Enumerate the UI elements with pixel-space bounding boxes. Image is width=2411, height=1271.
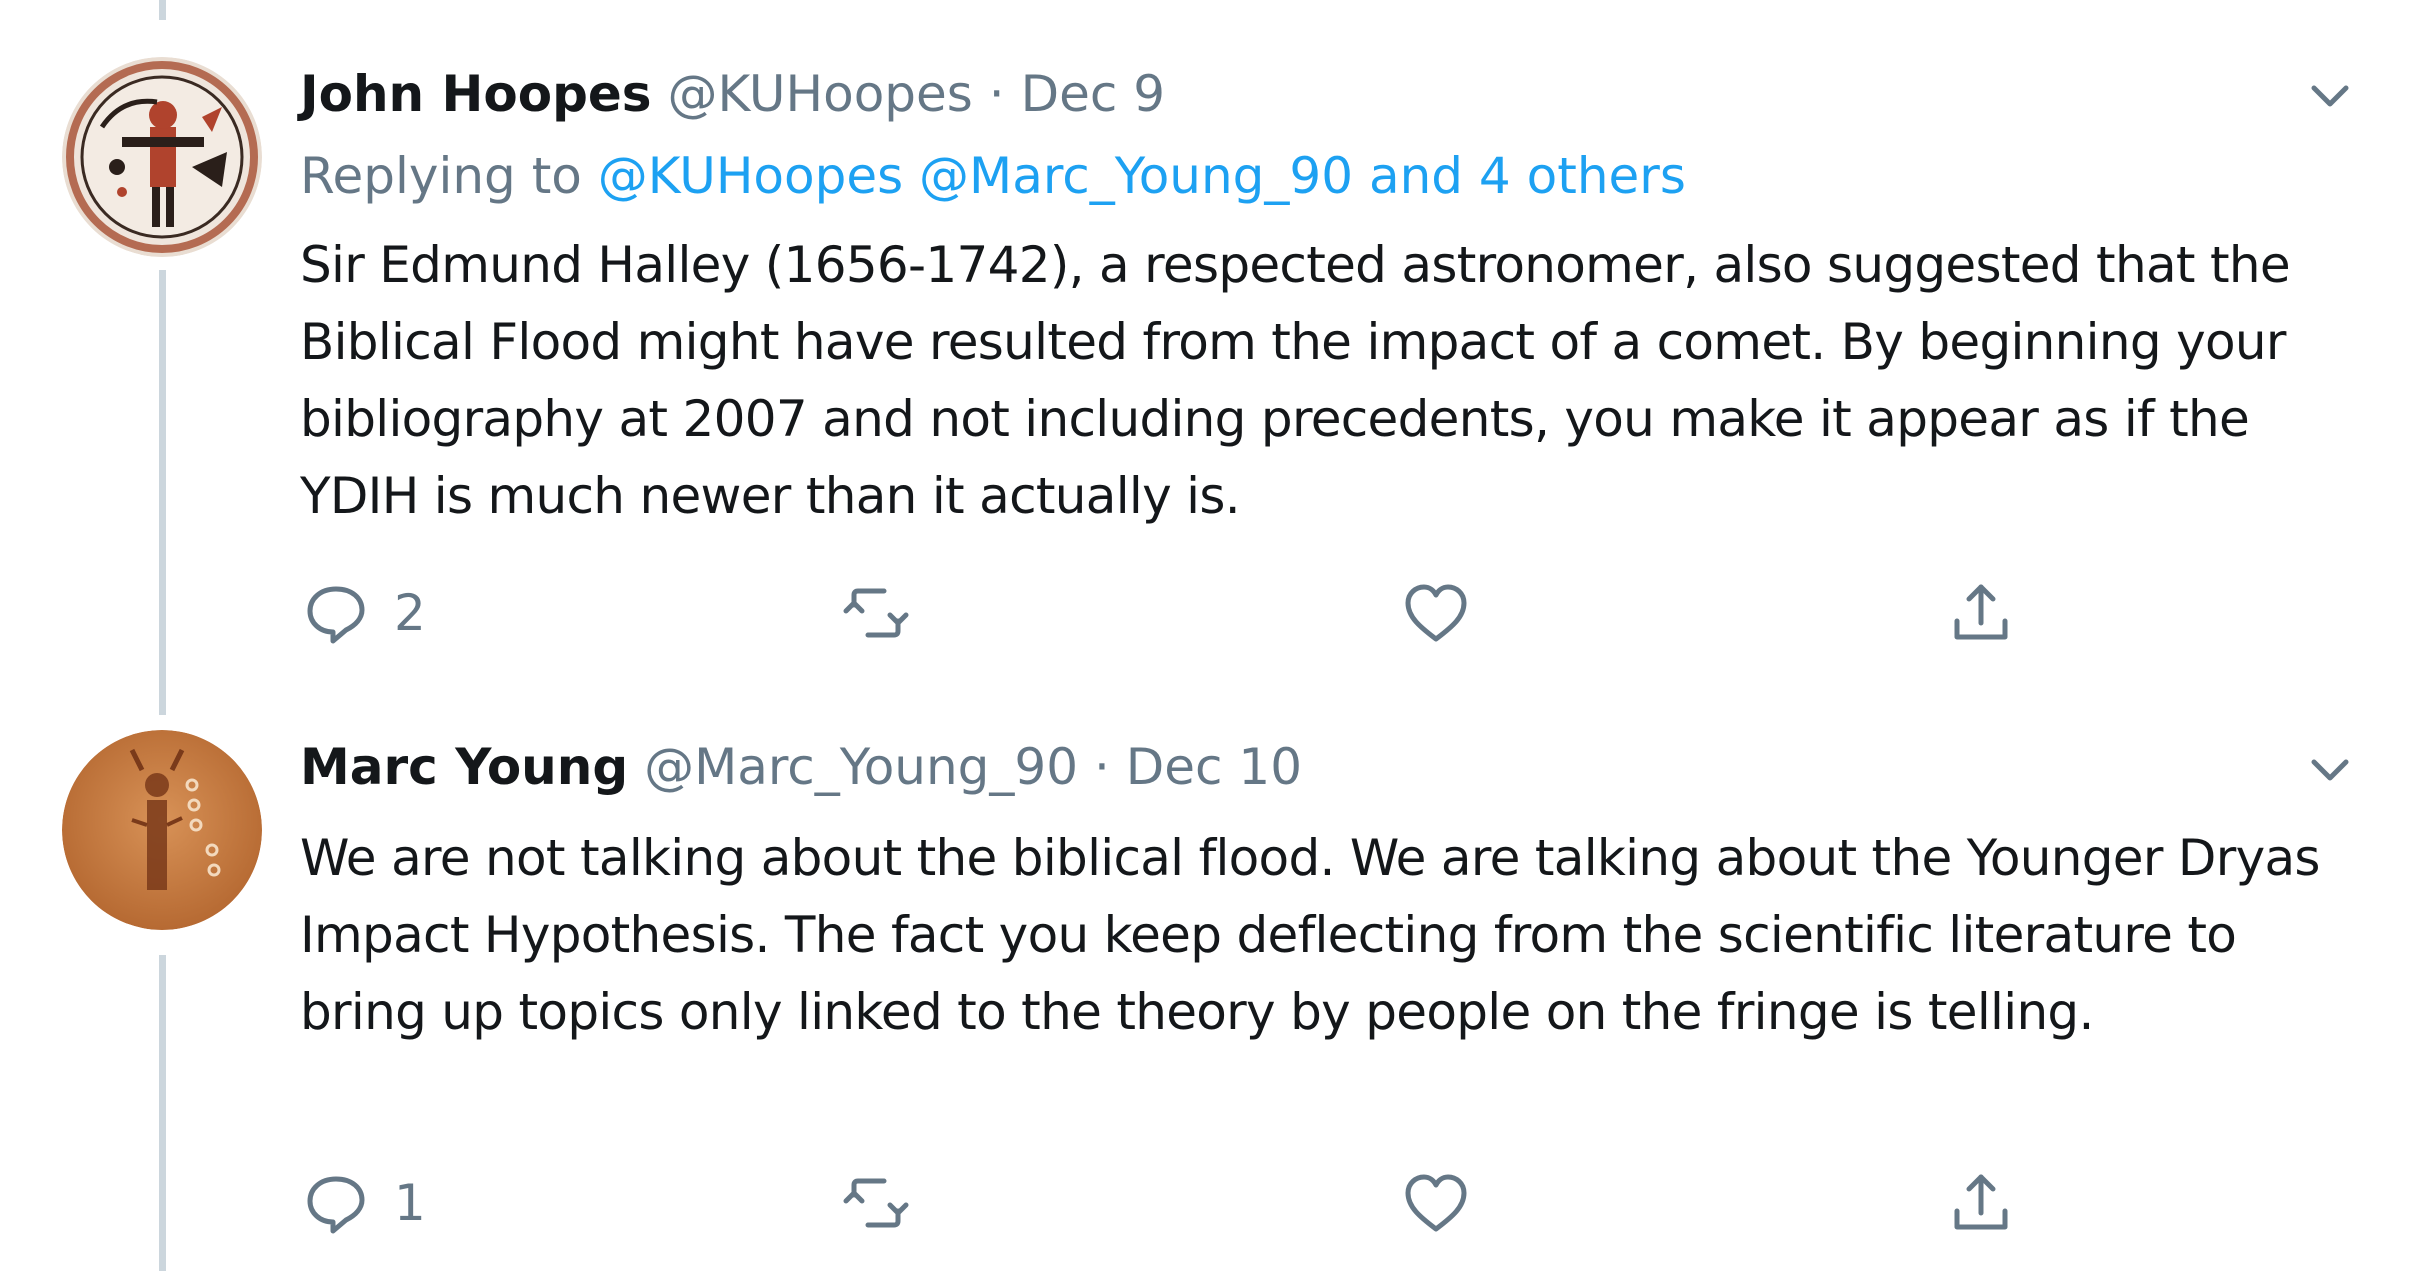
heart-icon <box>1405 584 1467 642</box>
retweet-button[interactable] <box>840 573 912 653</box>
share-icon <box>1954 584 2008 640</box>
retweet-icon <box>843 1178 909 1228</box>
tweet-header: Marc Young @Marc_Young_90 · Dec 10 <box>300 737 1302 797</box>
like-button[interactable] <box>1400 1163 1472 1243</box>
separator-dot: · <box>988 65 1005 123</box>
thread-line-top <box>159 0 166 20</box>
reply-icon <box>307 1176 365 1234</box>
avatar[interactable] <box>62 57 262 257</box>
replying-to-prefix: Replying to <box>300 147 582 205</box>
replying-to-conjunction: and <box>1368 147 1464 205</box>
more-options-button[interactable] <box>2300 740 2360 800</box>
more-options-button[interactable] <box>2300 66 2360 126</box>
reply-button[interactable]: 1 <box>300 1163 426 1243</box>
thread-line-middle <box>159 270 166 715</box>
reply-icon <box>307 586 365 644</box>
heart-icon <box>1405 1174 1467 1232</box>
retweet-icon <box>843 588 909 638</box>
tweet-text: We are not talking about the biblical fl… <box>300 829 2320 1041</box>
reply-button[interactable]: 2 <box>300 573 426 653</box>
replying-to-others-link[interactable]: 4 others <box>1479 147 1686 205</box>
reply-count: 1 <box>394 1174 426 1232</box>
tweet-text: Sir Edmund Halley (1656-1742), a respect… <box>300 236 2291 525</box>
author-name[interactable]: John Hoopes <box>300 65 652 123</box>
like-button[interactable] <box>1400 573 1472 653</box>
tweet-date[interactable]: Dec 10 <box>1126 738 1302 796</box>
replying-to: Replying to @KUHoopes @Marc_Young_90 and… <box>300 146 1686 206</box>
thread-line-bottom <box>159 955 166 1271</box>
replying-to-handles-link[interactable]: @KUHoopes @Marc_Young_90 <box>598 147 1353 205</box>
reply-count: 2 <box>394 584 426 642</box>
share-button[interactable] <box>1945 1163 2017 1243</box>
pottery-figure-avatar-icon <box>62 57 262 257</box>
author-name[interactable]: Marc Young <box>300 738 628 796</box>
petroglyph-avatar-icon <box>62 730 262 930</box>
chevron-down-icon <box>2311 85 2349 107</box>
separator-dot: · <box>1093 738 1110 796</box>
author-handle[interactable]: @KUHoopes <box>667 65 972 123</box>
share-icon <box>1954 1174 2008 1230</box>
author-handle[interactable]: @Marc_Young_90 <box>644 738 1078 796</box>
tweet-header: John Hoopes @KUHoopes · Dec 9 <box>300 64 1165 124</box>
share-button[interactable] <box>1945 573 2017 653</box>
retweet-button[interactable] <box>840 1163 912 1243</box>
avatar[interactable] <box>62 730 262 930</box>
tweet-date[interactable]: Dec 9 <box>1021 65 1165 123</box>
chevron-down-icon <box>2311 759 2349 781</box>
